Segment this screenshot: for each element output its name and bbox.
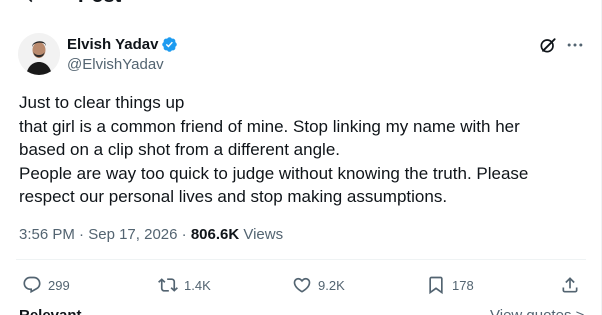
- verified-badge-icon[interactable]: [161, 36, 178, 53]
- author-handle[interactable]: @ElvishYadav: [67, 55, 164, 74]
- tweet-line: based on a clip shot from a different an…: [19, 140, 340, 159]
- bookmark-button[interactable]: 178: [426, 274, 474, 296]
- heart-icon: [293, 277, 311, 293]
- tweet-time[interactable]: 3:56 PM: [19, 226, 75, 243]
- tweet-text: Just to clear things up that girl is a c…: [19, 91, 589, 209]
- views-label: Views: [243, 226, 284, 243]
- tweet-line: respect our personal lives and stop maki…: [19, 187, 448, 206]
- more-options-icon[interactable]: [564, 35, 586, 55]
- top-header: Post: [0, 0, 600, 8]
- back-arrow-icon[interactable]: [22, 0, 42, 6]
- tweet-line: Just to clear things up: [19, 93, 185, 112]
- tweet-meta: 3:56 PM · Sep 17, 2026 · 806.6K Views: [19, 225, 283, 245]
- tweet-line: People are way too quick to judge withou…: [19, 163, 529, 183]
- repost-count: 1.4K: [184, 277, 211, 293]
- avatar[interactable]: [18, 33, 60, 75]
- divider: [16, 259, 586, 260]
- repost-icon: [158, 278, 178, 292]
- tweet-date[interactable]: Sep 17, 2026: [88, 226, 177, 243]
- views-count: 806.6K: [190, 226, 240, 243]
- author-name[interactable]: Elvish Yadav: [67, 35, 178, 54]
- bookmark-icon: [429, 276, 443, 295]
- view-quotes-link[interactable]: View quotes >: [490, 307, 584, 315]
- tweet-line: that girl is a common friend of mine. St…: [19, 116, 520, 136]
- reply-sort-row: Relevant View quotes >: [0, 307, 600, 315]
- meta-separator: ·: [79, 226, 89, 243]
- reply-icon: [23, 276, 41, 294]
- author-name-text[interactable]: Elvish Yadav: [67, 35, 158, 54]
- meta-separator: ·: [181, 226, 191, 243]
- like-count: 9.2K: [318, 277, 345, 293]
- like-button[interactable]: 9.2K: [292, 274, 345, 296]
- page-title: Post: [78, 0, 121, 8]
- share-icon: [562, 277, 578, 293]
- share-button[interactable]: [560, 274, 580, 296]
- tweet-page: Post Elvish Yadav @ElvishYadav Just to c…: [0, 0, 602, 315]
- reply-button[interactable]: 299: [22, 274, 70, 296]
- repost-button[interactable]: 1.4K: [158, 274, 211, 296]
- grok-icon[interactable]: [538, 35, 558, 55]
- bookmark-count: 178: [452, 277, 474, 293]
- reply-count: 299: [48, 277, 70, 293]
- sort-relevant[interactable]: Relevant: [19, 307, 82, 315]
